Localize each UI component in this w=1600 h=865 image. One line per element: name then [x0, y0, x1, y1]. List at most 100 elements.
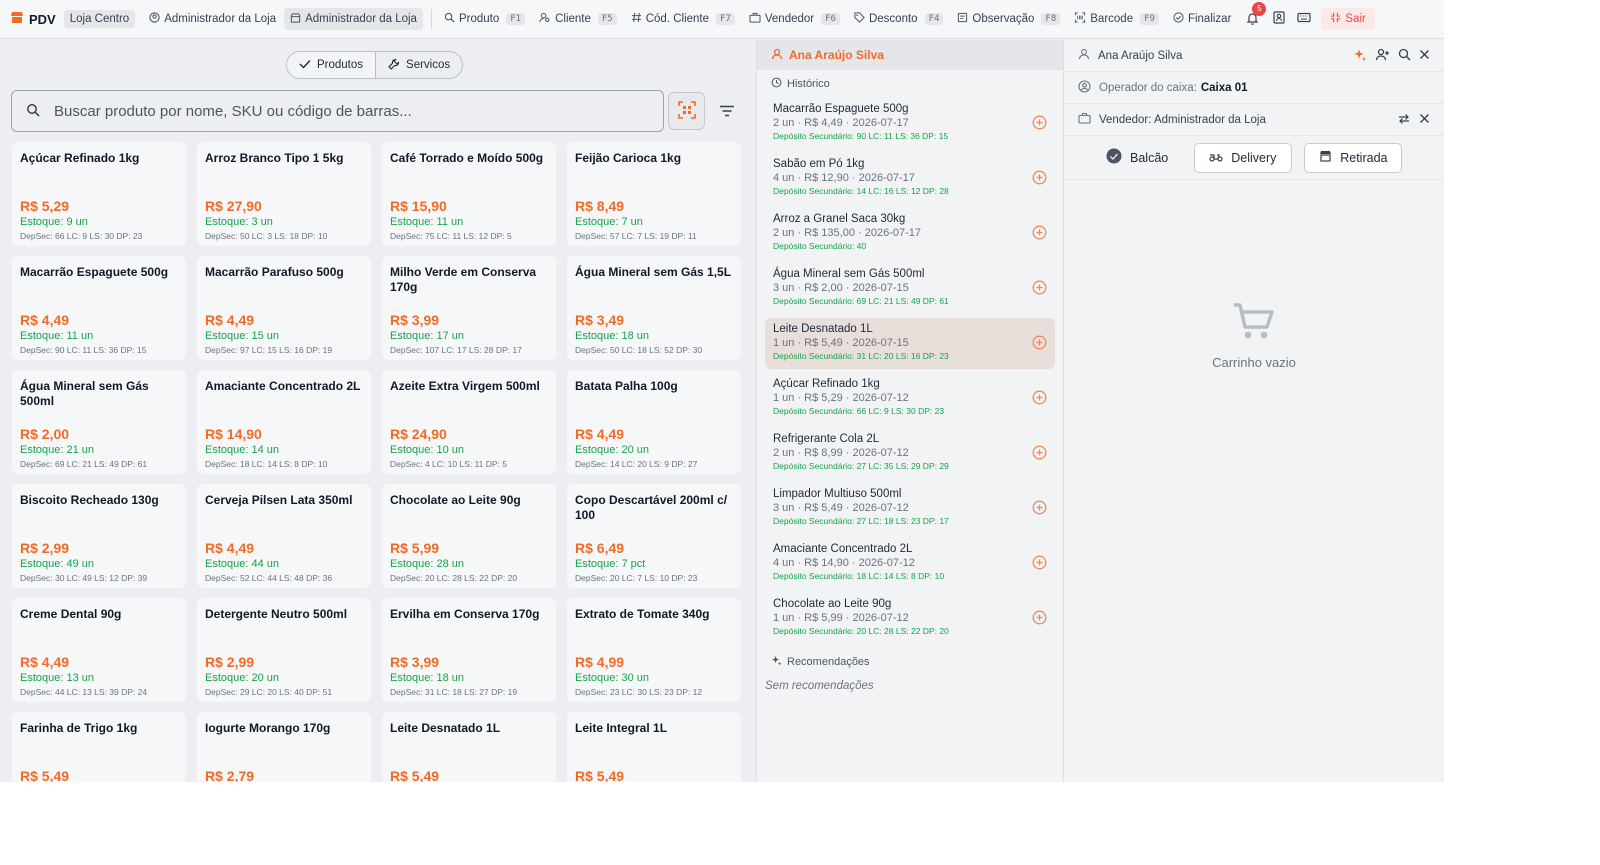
history-item[interactable]: Arroz a Granel Saca 30kg 2 un · R$ 135,00…: [765, 208, 1055, 259]
product-stock: Estoque: 11 un: [20, 330, 94, 342]
shortcut-key: F7: [716, 13, 735, 25]
history-item[interactable]: Refrigerante Cola 2L 2 un · R$ 8,99 · 202…: [765, 428, 1055, 479]
check-circle-icon: [1173, 12, 1184, 26]
topbar-finalize[interactable]: Finalizar: [1167, 8, 1237, 30]
history-item-stock: Depósito Secundário: 20 LC: 28 LS: 22 DP…: [773, 626, 949, 636]
history-item[interactable]: Macarrão Espaguete 500g 2 un · R$ 4,49 · …: [765, 98, 1055, 149]
product-name: Biscoito Recheado 130g: [20, 493, 159, 507]
notifications-button[interactable]: 5: [1239, 1, 1267, 28]
topbar-seller[interactable]: Vendedor F6: [743, 8, 846, 30]
product-card[interactable]: Iogurte Morango 170g R$ 2,79: [197, 712, 371, 782]
product-stock: Estoque: 18 un: [390, 672, 465, 684]
add-circle-icon[interactable]: [1032, 445, 1047, 463]
product-price: R$ 3,99: [390, 654, 440, 670]
history-item[interactable]: Chocolate ao Leite 90g 1 un · R$ 5,99 · 2…: [765, 593, 1055, 644]
topbar-client[interactable]: Cliente F5: [533, 8, 623, 30]
product-stock-breakdown: DepSec: 50 LC: 3 LS: 18 DP: 10: [205, 231, 328, 241]
product-card[interactable]: Macarrão Parafuso 500g R$ 4,49 Estoque: 15…: [197, 256, 371, 360]
topbar-product[interactable]: Produto F1: [438, 8, 531, 30]
topbar-client-code[interactable]: Cód. Cliente F7: [625, 8, 741, 30]
mode-delivery-button[interactable]: Delivery: [1194, 142, 1293, 173]
ai-sparkle-button[interactable]: [1353, 48, 1367, 65]
keyboard-button[interactable]: [1291, 12, 1317, 26]
add-circle-icon[interactable]: [1032, 225, 1047, 243]
mode-pickup-button[interactable]: Retirada: [1304, 142, 1403, 173]
history-item[interactable]: Sabão em Pó 1kg 4 un · R$ 12,90 · 2026-07…: [765, 153, 1055, 204]
topbar-seller-label: Vendedor: [764, 13, 815, 25]
product-search-input[interactable]: [54, 102, 634, 120]
product-card[interactable]: Açúcar Refinado 1kg R$ 5,29 Estoque: 9 un D…: [12, 142, 186, 246]
product-card[interactable]: Água Mineral sem Gás 1,5L R$ 3,49 Estoque:…: [567, 256, 741, 360]
add-circle-icon[interactable]: [1032, 555, 1047, 573]
product-card[interactable]: Batata Palha 100g R$ 4,49 Estoque: 20 un De…: [567, 370, 741, 474]
filter-lines-icon: [719, 105, 735, 120]
product-search-box: [11, 90, 664, 132]
history-item[interactable]: Amaciante Concentrado 2L 4 un · R$ 14,90 …: [765, 538, 1055, 589]
product-stock-breakdown: DepSec: 30 LC: 49 LS: 12 DP: 39: [20, 573, 148, 583]
remove-seller-button[interactable]: [1419, 113, 1430, 127]
product-card[interactable]: Amaciante Concentrado 2L R$ 14,90 Estoque:…: [197, 370, 371, 474]
product-name: Amaciante Concentrado 2L: [205, 379, 361, 393]
contacts-button[interactable]: [1265, 11, 1291, 27]
product-card[interactable]: Água Mineral sem Gás 500ml R$ 2,00 Estoque…: [12, 370, 186, 474]
add-customer-button[interactable]: [1375, 48, 1390, 64]
product-card[interactable]: Ervilha em Conserva 170g R$ 3,99 Estoque: …: [382, 598, 556, 702]
product-card[interactable]: Creme Dental 90g R$ 4,49 Estoque: 13 un Dep…: [12, 598, 186, 702]
product-price: R$ 4,49: [575, 426, 625, 442]
history-item[interactable]: Água Mineral sem Gás 500ml 3 un · R$ 2,00…: [765, 263, 1055, 314]
notification-badge: 5: [1252, 1, 1267, 16]
topbar-barcode[interactable]: Barcode F9: [1068, 8, 1165, 30]
product-card[interactable]: Chocolate ao Leite 90g R$ 5,99 Estoque: 28…: [382, 484, 556, 588]
add-circle-icon[interactable]: [1032, 610, 1047, 628]
seller-actions: [1397, 104, 1430, 136]
product-card[interactable]: Biscoito Recheado 130g R$ 2,99 Estoque: 49…: [12, 484, 186, 588]
add-circle-icon[interactable]: [1032, 170, 1047, 188]
product-card[interactable]: Copo Descartável 200ml c/ 100 R$ 6,49 Esto…: [567, 484, 741, 588]
add-circle-icon[interactable]: [1032, 390, 1047, 408]
history-item-name: Limpador Multiuso 500ml: [773, 488, 902, 500]
product-card[interactable]: Farinha de Trigo 1kg R$ 5,49: [12, 712, 186, 782]
product-price: R$ 4,49: [205, 540, 255, 556]
remove-customer-button[interactable]: [1419, 49, 1430, 63]
topbar-user[interactable]: Administrador da Loja: [143, 8, 282, 30]
topbar-discount[interactable]: Desconto F4: [848, 8, 949, 30]
product-card[interactable]: Leite Desnatado 1L R$ 5,49: [382, 712, 556, 782]
product-name: Azeite Extra Virgem 500ml: [390, 379, 540, 393]
user-circle-icon: [149, 12, 160, 26]
tab-services[interactable]: Servicos: [376, 52, 462, 78]
barcode-scan-button[interactable]: [668, 92, 705, 130]
add-circle-icon[interactable]: [1032, 115, 1047, 133]
fulfillment-mode-row: Balcão Delivery Retirada: [1064, 136, 1444, 180]
product-card[interactable]: Macarrão Espaguete 500g R$ 4,49 Estoque: 1…: [12, 256, 186, 360]
history-item[interactable]: Açúcar Refinado 1kg 1 un · R$ 5,29 · 2026…: [765, 373, 1055, 424]
add-circle-icon[interactable]: [1032, 280, 1047, 298]
store-chip[interactable]: Loja Centro: [63, 10, 136, 28]
mode-counter-button[interactable]: Balcão: [1092, 143, 1182, 173]
wrench-icon: [388, 58, 400, 73]
product-card[interactable]: Arroz Branco Tipo 1 5kg R$ 27,90 Estoque: …: [197, 142, 371, 246]
product-card[interactable]: Azeite Extra Virgem 500ml R$ 24,90 Estoque…: [382, 370, 556, 474]
history-item-meta: 4 un · R$ 14,90 · 2026-07-12: [773, 557, 915, 569]
brand: PDV: [10, 10, 56, 28]
history-item[interactable]: Limpador Multiuso 500ml 3 un · R$ 5,49 · …: [765, 483, 1055, 534]
exit-label: Sair: [1345, 13, 1366, 25]
product-card[interactable]: Cerveja Pilsen Lata 350ml R$ 4,49 Estoque:…: [197, 484, 371, 588]
history-item[interactable]: Leite Desnatado 1L 1 un · R$ 5,49 · 2026-…: [765, 318, 1055, 369]
product-stock-breakdown: DepSec: 90 LC: 11 LS: 36 DP: 15: [20, 345, 147, 355]
tab-products[interactable]: Produtos: [287, 52, 377, 78]
swap-seller-button[interactable]: [1397, 113, 1411, 128]
product-card[interactable]: Extrato de Tomate 340g R$ 4,99 Estoque: 30…: [567, 598, 741, 702]
product-card[interactable]: Leite Integral 1L R$ 5,49: [567, 712, 741, 782]
add-circle-icon[interactable]: [1032, 500, 1047, 518]
product-card[interactable]: Feijão Carioca 1kg R$ 8,49 Estoque: 7 un De…: [567, 142, 741, 246]
product-card[interactable]: Café Torrado e Moído 500g R$ 15,90 Estoque…: [382, 142, 556, 246]
product-card[interactable]: Detergente Neutro 500ml R$ 2,99 Estoque: 2…: [197, 598, 371, 702]
topbar-note[interactable]: Observação F8: [951, 8, 1066, 30]
exit-button[interactable]: Sair: [1321, 8, 1375, 30]
search-customer-button[interactable]: [1398, 48, 1411, 64]
filter-button[interactable]: [714, 100, 740, 124]
product-card[interactable]: Milho Verde em Conserva 170g R$ 3,99 Estoq…: [382, 256, 556, 360]
topbar-store-admin[interactable]: Administrador da Loja: [284, 8, 423, 30]
history-item-meta: 1 un · R$ 5,99 · 2026-07-12: [773, 612, 909, 624]
add-circle-icon[interactable]: [1032, 335, 1047, 353]
